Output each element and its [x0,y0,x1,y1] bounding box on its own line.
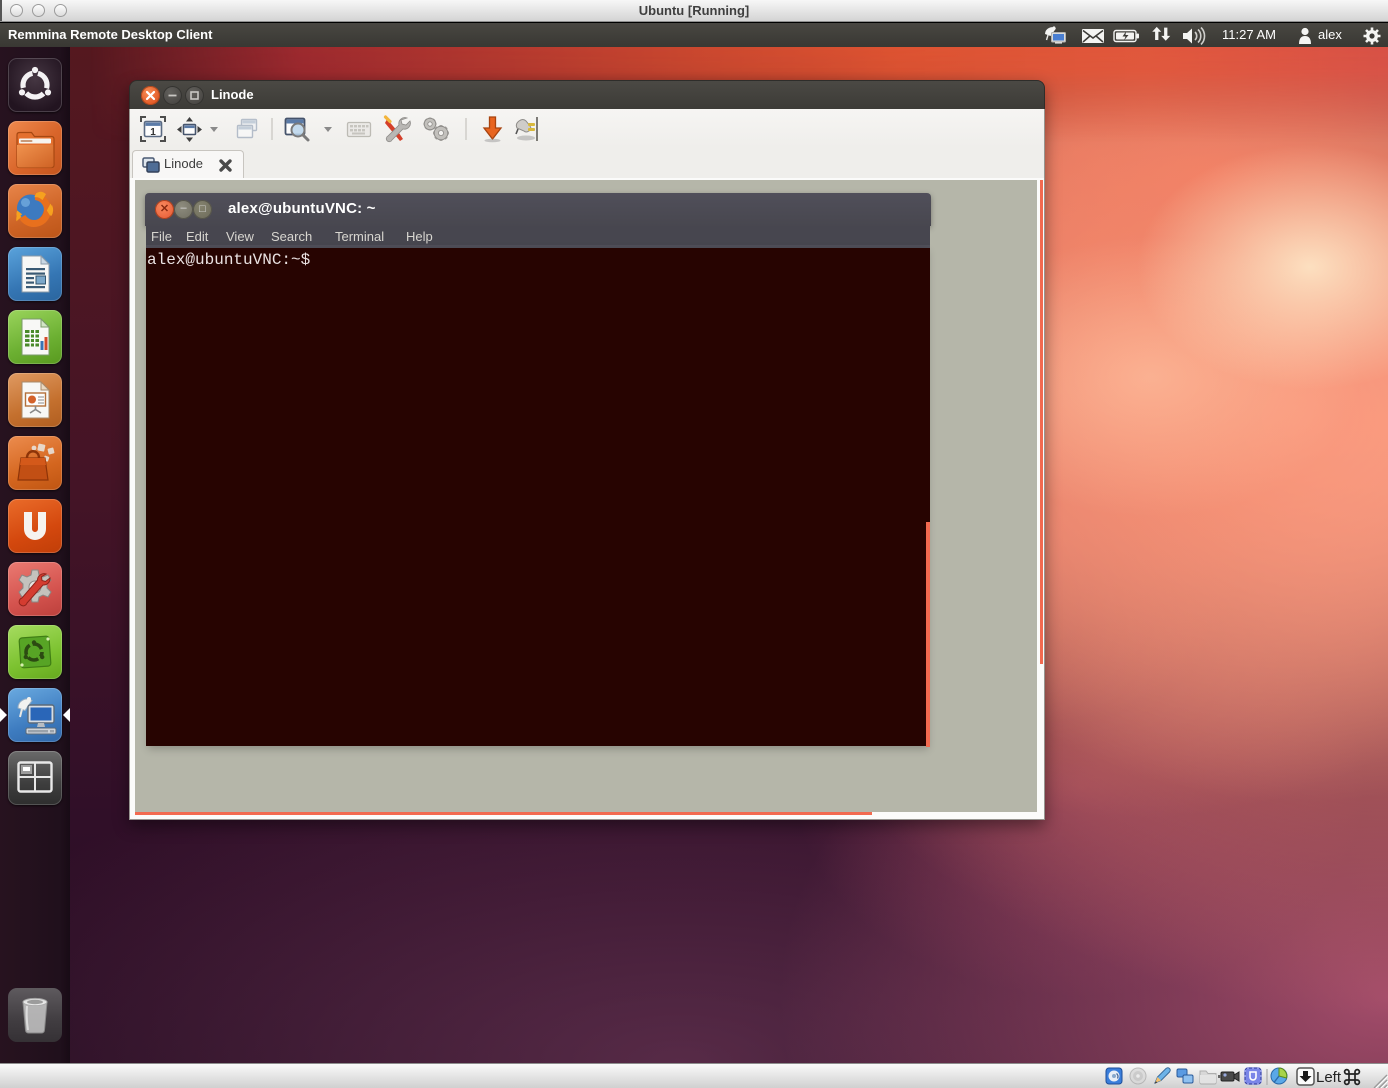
svg-text:Left: Left [1316,1069,1342,1086]
svg-text:1: 1 [150,127,156,138]
